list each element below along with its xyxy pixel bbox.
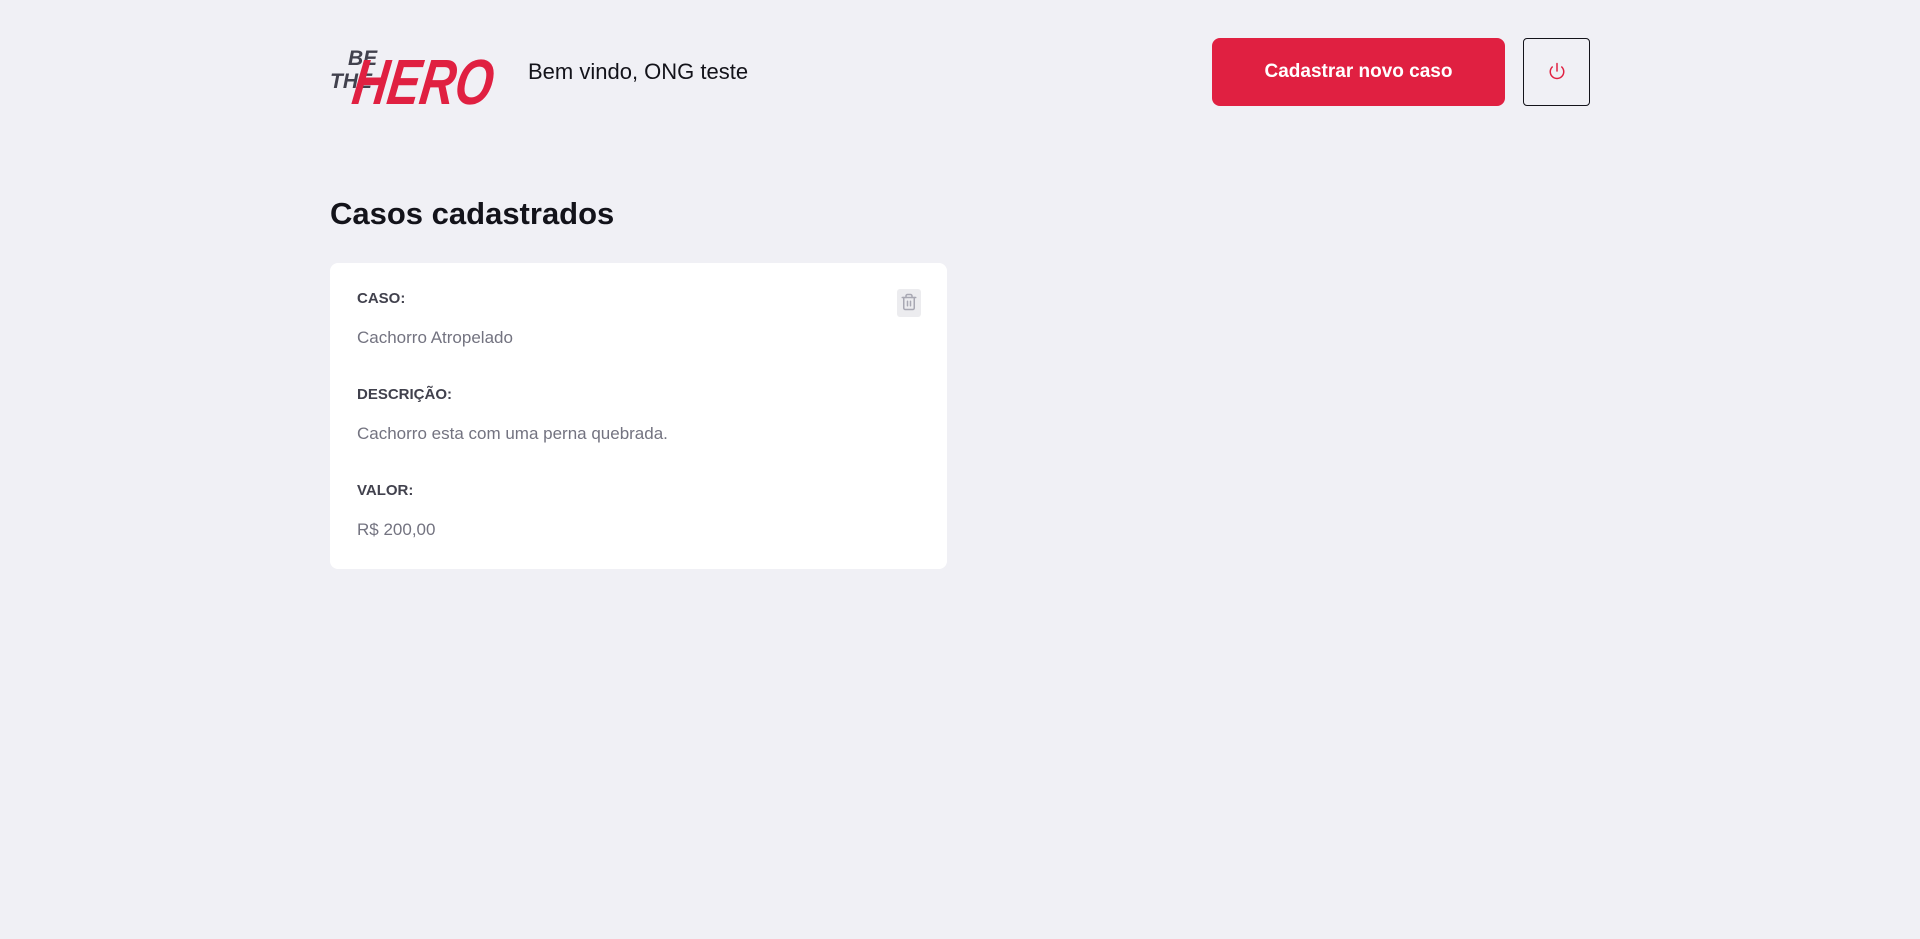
value-label: VALOR:: [357, 482, 414, 499]
page: BE THE HERO Bem vindo, ONG teste Cadastr…: [0, 0, 1920, 939]
logout-button[interactable]: [1523, 38, 1590, 106]
page-title: Casos cadastrados: [330, 196, 615, 231]
value-value: R$ 200,00: [357, 520, 436, 539]
new-case-button[interactable]: Cadastrar novo caso: [1212, 38, 1505, 106]
be-the-hero-logo: BE THE HERO: [330, 36, 501, 108]
case-label: CASO:: [357, 290, 406, 307]
profile-header: BE THE HERO Bem vindo, ONG teste Cadastr…: [330, 36, 1590, 108]
welcome-text: Bem vindo, ONG teste: [528, 59, 749, 84]
svg-text:HERO: HERO: [348, 46, 498, 108]
power-icon: [1548, 62, 1566, 83]
case-value: Cachorro Atropelado: [357, 328, 513, 347]
description-field: DESCRIÇÃO: Cachorro esta com uma perna q…: [357, 386, 920, 444]
case-card: CASO: Cachorro Atropelado DESCRIÇÃO: Cac…: [330, 263, 947, 569]
delete-case-button[interactable]: [897, 289, 921, 317]
description-label: DESCRIÇÃO:: [357, 386, 453, 403]
trash-icon: [900, 292, 918, 315]
value-field: VALOR: R$ 200,00: [357, 482, 920, 540]
case-field: CASO: Cachorro Atropelado: [357, 290, 920, 348]
description-value: Cachorro esta com uma perna quebrada.: [357, 424, 668, 443]
